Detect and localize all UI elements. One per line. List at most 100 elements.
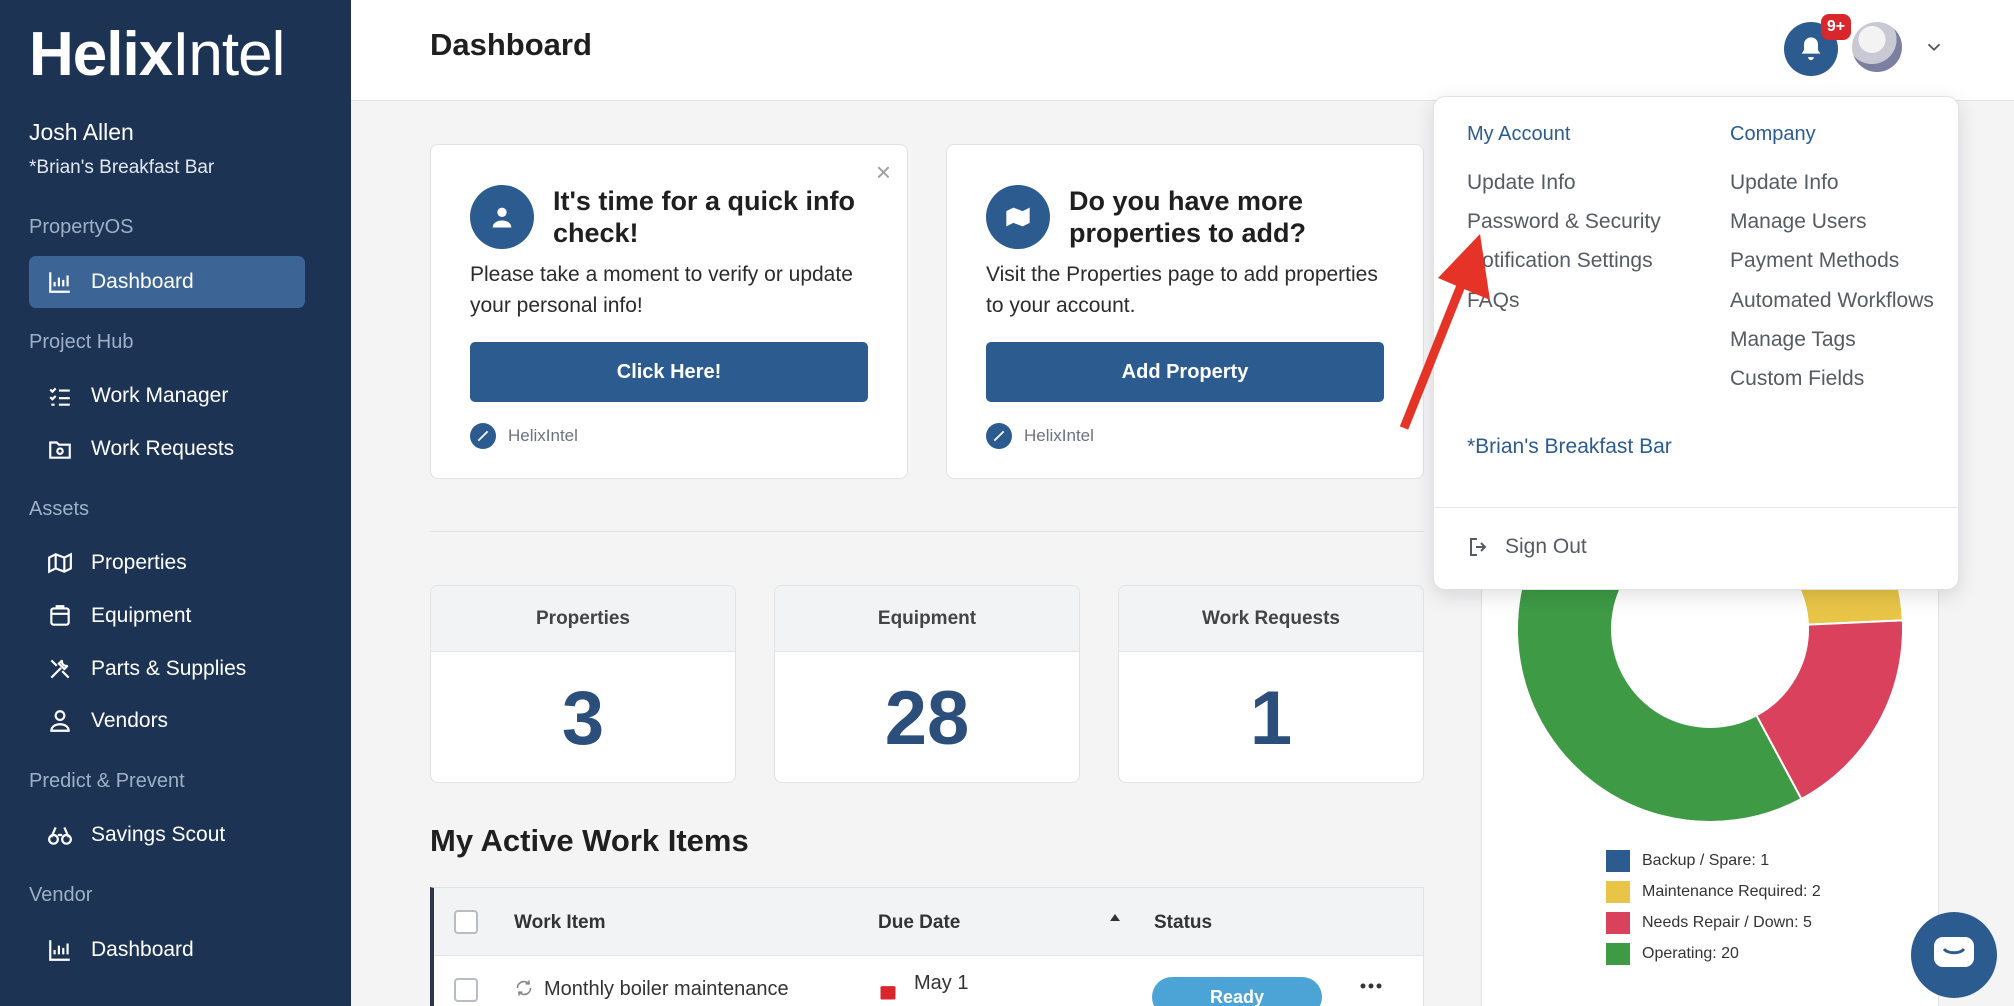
legend-label: Operating: 20: [1642, 945, 1739, 962]
stat-card-properties[interactable]: Properties 3: [430, 585, 736, 783]
helixintel-mini-icon: [986, 423, 1012, 449]
card-body: Visit the Properties page to add propert…: [986, 263, 1378, 317]
stat-value: 3: [561, 675, 605, 761]
work-item-name[interactable]: Monthly boiler maintenance: [544, 978, 789, 1001]
account-dropdown-menu: My Account Update Info Password & Securi…: [1433, 96, 1959, 590]
menu-item-payment-methods[interactable]: Payment Methods: [1730, 249, 1899, 273]
chart-icon: [47, 937, 73, 963]
sign-out-label: Sign Out: [1505, 535, 1587, 558]
more-icon[interactable]: [1359, 982, 1383, 990]
legend-swatch: [1606, 912, 1630, 934]
chat-icon: [1934, 937, 1974, 967]
card-footer: HelixIntel: [986, 423, 1094, 449]
stat-value: 1: [1249, 675, 1293, 761]
click-here-button[interactable]: Click Here!: [470, 342, 868, 402]
user-company: *Brian's Breakfast Bar: [29, 157, 215, 178]
box-icon: [47, 603, 73, 629]
due-date: May 1: [914, 972, 969, 994]
tools-icon: [47, 656, 73, 682]
sidebar-item-label: Work Requests: [91, 437, 235, 460]
calendar-icon: [880, 986, 896, 1000]
add-property-button[interactable]: Add Property: [986, 342, 1384, 402]
stat-label: Properties: [431, 586, 735, 652]
sign-out-button[interactable]: Sign Out: [1467, 535, 1587, 559]
menu-item-company-update-info[interactable]: Update Info: [1730, 171, 1839, 195]
company-heading: Company: [1730, 123, 1816, 145]
stat-label: Work Requests: [1119, 586, 1423, 652]
sidebar-item-vendor-dashboard[interactable]: Dashboard: [29, 924, 305, 976]
column-header-status[interactable]: Status: [1154, 912, 1212, 934]
info-check-card: It's time for a quick info check! Please…: [430, 144, 908, 479]
section-label-predict-prevent: Predict & Prevent: [29, 770, 185, 792]
active-work-items-title: My Active Work Items: [430, 823, 749, 858]
avatar[interactable]: [1852, 22, 1902, 72]
legend-swatch: [1606, 943, 1630, 965]
row-checkbox[interactable]: [454, 978, 478, 1002]
legend-label: Needs Repair / Down: 5: [1642, 914, 1812, 931]
section-label-project-hub: Project Hub: [29, 331, 134, 353]
sidebar-item-equipment[interactable]: Equipment: [29, 590, 305, 642]
menu-divider: [1434, 507, 1958, 508]
sidebar-item-label: Parts & Supplies: [91, 657, 247, 680]
sidebar-item-parts-supplies[interactable]: Parts & Supplies: [29, 643, 305, 695]
recurring-icon: [516, 980, 532, 996]
card-footer: HelixIntel: [470, 423, 578, 449]
card-body: Please take a moment to verify or update…: [470, 263, 853, 317]
chevron-down-icon[interactable]: [1923, 36, 1945, 58]
sidebar-item-label: Work Manager: [91, 384, 229, 407]
menu-item-automated-workflows[interactable]: Automated Workflows: [1730, 289, 1934, 313]
select-all-checkbox[interactable]: [454, 910, 478, 934]
notification-badge: 9+: [1821, 14, 1851, 40]
folder-gear-icon: [47, 436, 73, 462]
legend-item: Operating: 20: [1606, 943, 1739, 965]
chat-button[interactable]: [1911, 912, 1997, 998]
bell-icon: [1801, 37, 1821, 61]
user-icon: [470, 185, 534, 249]
sidebar-item-work-requests[interactable]: Work Requests: [29, 423, 305, 475]
legend-item: Maintenance Required: 2: [1606, 881, 1821, 903]
menu-item-manage-users[interactable]: Manage Users: [1730, 210, 1867, 234]
sidebar-item-label: Dashboard: [91, 938, 194, 961]
menu-item-manage-tags[interactable]: Manage Tags: [1730, 328, 1856, 352]
person-icon: [47, 708, 73, 734]
chart-icon: [47, 269, 73, 295]
top-header: Dashboard 9+: [351, 0, 2014, 101]
legend-swatch: [1606, 850, 1630, 872]
legend-label: Backup / Spare: 1: [1642, 852, 1770, 869]
sidebar-item-label: Equipment: [91, 604, 192, 627]
menu-item-custom-fields[interactable]: Custom Fields: [1730, 367, 1864, 391]
sidebar-item-dashboard[interactable]: Dashboard: [29, 256, 305, 308]
sidebar-item-properties[interactable]: Properties: [29, 537, 305, 589]
menu-item-update-info[interactable]: Update Info: [1467, 171, 1576, 195]
sidebar-item-label: Properties: [91, 551, 187, 574]
table-header: Work Item Due Date Status: [434, 888, 1423, 956]
column-header-work-item[interactable]: Work Item: [514, 912, 606, 934]
helixintel-logo[interactable]: HelixIntel: [29, 22, 285, 88]
user-name: Josh Allen: [29, 119, 134, 145]
stat-card-equipment[interactable]: Equipment 28: [774, 585, 1080, 783]
status-badge[interactable]: Ready: [1152, 977, 1322, 1006]
section-label-propertyos: PropertyOS: [29, 216, 134, 238]
annotation-arrow: [1399, 234, 1490, 430]
sidebar: HelixIntel Josh Allen *Brian's Breakfast…: [0, 0, 351, 1006]
close-icon[interactable]: ×: [876, 159, 891, 185]
legend-item: Needs Repair / Down: 5: [1606, 912, 1812, 934]
sort-up-icon[interactable]: [1108, 912, 1122, 924]
stat-value: 28: [884, 675, 970, 761]
card-footer-label: HelixIntel: [508, 426, 578, 445]
legend-swatch: [1606, 881, 1630, 903]
sign-out-icon: [1470, 538, 1487, 556]
sidebar-item-label: Savings Scout: [91, 823, 226, 846]
section-label-vendor: Vendor: [29, 884, 93, 906]
card-title: It's time for a quick info check!: [553, 186, 855, 248]
sidebar-item-savings-scout[interactable]: Savings Scout: [29, 809, 305, 861]
section-divider: [430, 531, 1424, 532]
stat-label: Equipment: [775, 586, 1079, 652]
column-header-due-date[interactable]: Due Date: [878, 912, 960, 934]
map-pin-icon: [986, 185, 1050, 249]
section-label-assets: Assets: [29, 498, 90, 520]
stat-card-work-requests[interactable]: Work Requests 1: [1118, 585, 1424, 783]
sidebar-item-vendors[interactable]: Vendors: [29, 695, 305, 747]
sidebar-item-work-manager[interactable]: Work Manager: [29, 370, 305, 422]
page-title: Dashboard: [430, 27, 592, 62]
